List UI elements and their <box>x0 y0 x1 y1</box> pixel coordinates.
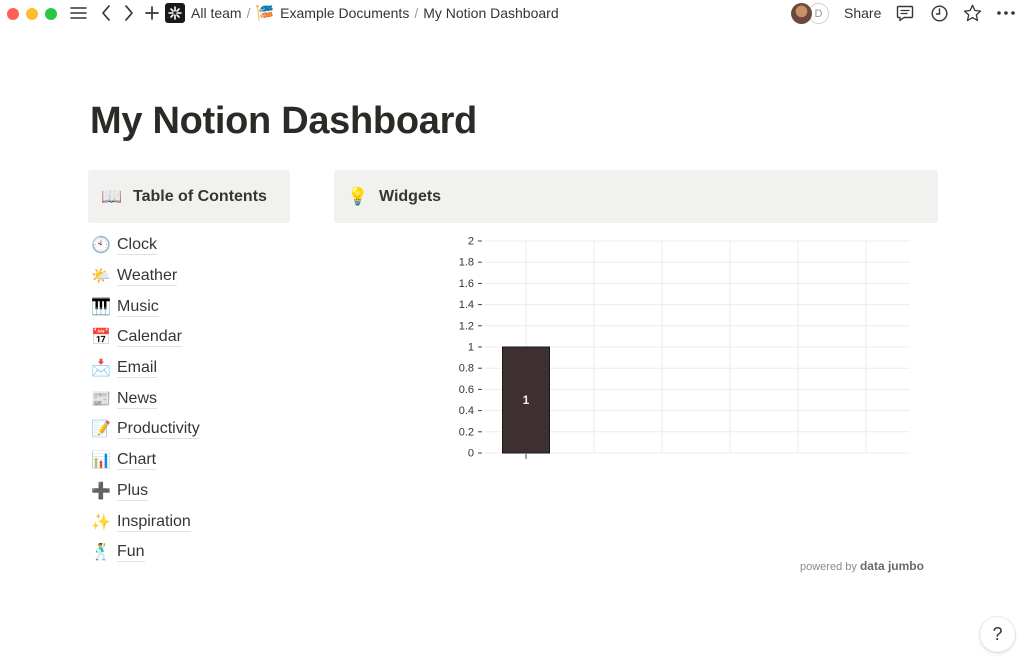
toc-item-productivity[interactable]: 📝 Productivity <box>91 414 200 445</box>
toc-item-label[interactable]: Productivity <box>117 419 200 440</box>
workspace-logo-icon <box>165 3 185 23</box>
toc-item-label[interactable]: Email <box>117 358 158 379</box>
y-tick-label: 1.4 <box>459 299 474 311</box>
breadcrumb-separator: / <box>246 5 251 21</box>
chart-svg: 0 0.2 0.4 0.6 0.8 1 1.2 1.4 1.6 1.8 2 1 <box>459 236 910 460</box>
toc-heading: Table of Contents <box>133 187 267 205</box>
y-tick-label: 1.8 <box>459 257 474 269</box>
breadcrumb: All team / 🎏 Example Documents / My Noti… <box>165 3 559 23</box>
clock-icon[interactable] <box>929 3 949 23</box>
y-tick-label: 1 <box>468 342 474 354</box>
toc-item-label[interactable]: Plus <box>117 481 149 501</box>
toc-item-inspiration[interactable]: ✨ Inspiration <box>91 506 200 537</box>
dancer-icon: 🕺 <box>91 544 111 562</box>
toc-list: 🕙 Clock 🌤️ Weather 🎹 Music 📅 Calendar 📩 Email… <box>91 230 200 568</box>
y-tick-label: 0.6 <box>459 384 474 396</box>
data-jumbo-logo: data jumbo <box>859 559 924 573</box>
avatar-photo[interactable] <box>791 3 812 24</box>
sparkles-icon: ✨ <box>91 513 111 531</box>
breadcrumb-all-team[interactable]: All team <box>191 5 242 21</box>
toc-item-label[interactable]: Chart <box>117 450 157 471</box>
y-tick-label: 1.6 <box>459 278 474 290</box>
toc-item-chart[interactable]: 📊 Chart <box>91 445 200 476</box>
breadcrumb-example-documents[interactable]: Example Documents <box>280 5 409 21</box>
chevron-right-icon[interactable] <box>121 3 137 23</box>
powered-by[interactable]: powered by data jumbo <box>800 559 924 573</box>
open-book-icon: 📖 <box>101 186 123 206</box>
newspaper-icon: 📰 <box>91 390 111 408</box>
page-title: My Notion Dashboard <box>90 100 477 142</box>
toc-item-label[interactable]: News <box>117 389 158 409</box>
chevron-left-icon[interactable] <box>98 3 114 23</box>
toc-item-label[interactable]: Music <box>117 297 159 317</box>
y-tick-label: 0.2 <box>459 426 474 438</box>
powered-by-prefix: powered by <box>800 561 857 573</box>
sun-cloud-icon: 🌤️ <box>91 268 111 286</box>
window-maximize-button[interactable] <box>45 8 57 20</box>
y-tick-label: 0.4 <box>459 405 474 417</box>
bar-chart-icon: 📊 <box>91 452 111 470</box>
light-bulb-icon: 💡 <box>347 186 369 206</box>
toc-item-label[interactable]: Inspiration <box>117 512 191 532</box>
envelope-icon: 📩 <box>91 360 111 378</box>
comment-icon[interactable] <box>895 3 915 23</box>
toc-item-label[interactable]: Calendar <box>117 327 182 348</box>
top-bar: All team / 🎏 Example Documents / My Noti… <box>0 0 1024 27</box>
help-button[interactable]: ? <box>980 617 1015 652</box>
hamburger-icon[interactable] <box>68 3 88 23</box>
window-close-button[interactable] <box>7 8 19 20</box>
share-button[interactable]: Share <box>844 3 881 23</box>
toc-item-label[interactable]: Weather <box>117 266 178 287</box>
star-icon[interactable] <box>962 3 982 23</box>
piano-icon: 🎹 <box>91 298 111 316</box>
y-tick-label: 0.8 <box>459 363 474 375</box>
breadcrumb-separator: / <box>414 5 419 21</box>
y-tick-label: 0 <box>468 448 474 460</box>
clock-emoji-icon: 🕙 <box>91 237 111 255</box>
toc-item-calendar[interactable]: 📅 Calendar <box>91 322 200 353</box>
plus-emoji-icon: ➕ <box>91 482 111 500</box>
y-tick-label: 1.2 <box>459 320 474 332</box>
toc-item-email[interactable]: 📩 Email <box>91 353 200 384</box>
toc-item-fun[interactable]: 🕺 Fun <box>91 537 200 568</box>
widgets-heading: Widgets <box>379 187 442 205</box>
toc-item-weather[interactable]: 🌤️ Weather <box>91 261 200 292</box>
toc-item-label[interactable]: Clock <box>117 235 158 256</box>
toc-item-music[interactable]: 🎹 Music <box>91 291 200 322</box>
window-minimize-button[interactable] <box>26 8 38 20</box>
y-tick-label: 2 <box>468 236 474 248</box>
calendar-icon: 📅 <box>91 329 111 347</box>
toc-item-label[interactable]: Fun <box>117 542 145 563</box>
widgets-callout: 💡 Widgets <box>334 170 938 223</box>
more-icon[interactable] <box>995 3 1017 23</box>
quarter-sales-chart: 0 0.2 0.4 0.6 0.8 1 1.2 1.4 1.6 1.8 2 1 <box>334 228 938 548</box>
memo-icon: 📝 <box>91 421 111 439</box>
carp-streamer-icon: 🎏 <box>255 5 275 22</box>
toc-item-news[interactable]: 📰 News <box>91 383 200 414</box>
toc-item-plus[interactable]: ➕ Plus <box>91 476 200 507</box>
bar-data-label: 1 <box>523 393 530 407</box>
plus-icon[interactable] <box>143 3 161 23</box>
toc-item-clock[interactable]: 🕙 Clock <box>91 230 200 261</box>
breadcrumb-current-page[interactable]: My Notion Dashboard <box>423 5 558 21</box>
toc-callout: 📖 Table of Contents <box>88 170 290 223</box>
